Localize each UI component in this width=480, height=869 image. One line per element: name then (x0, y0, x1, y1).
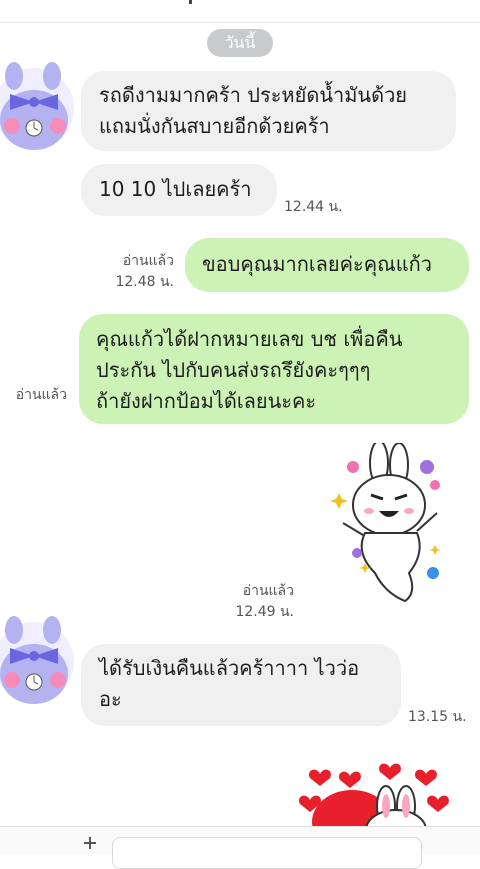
read-receipt: อ่านแล้ว (15, 387, 67, 403)
message-time: 12.44 น. (284, 199, 343, 215)
read-receipt: อ่านแล้ว (242, 583, 294, 599)
chat-header (0, 0, 480, 23)
message-composer (0, 826, 480, 869)
message-input[interactable] (112, 837, 422, 869)
contact-avatar[interactable] (0, 612, 74, 704)
bunny-hearts-sticker[interactable] (290, 760, 450, 826)
plus-icon-image (84, 837, 96, 849)
header-title-fragment (183, 0, 201, 4)
incoming-message[interactable]: รถดีงามมากคร้า ประหยัดน้ำมันด้วย แถมนั่ง… (81, 71, 456, 151)
incoming-message[interactable]: ได้รับเงินคืนแล้วคร้าาาา ไวว่อ อะ (81, 644, 401, 726)
purple-bunny-avatar-icon (0, 616, 74, 704)
bunny-hearts-sticker-image (299, 763, 449, 826)
header-glyph-fragment (189, 0, 192, 4)
bunny-cheer-sticker-image (330, 440, 441, 603)
date-divider: วันนี้ (207, 29, 273, 57)
purple-bunny-avatar-icon (0, 62, 74, 150)
message-time: 12.49 น. (235, 604, 294, 620)
incoming-message[interactable]: 10 10 ไปเลยคร้า (81, 164, 277, 216)
message-time: 13.15 น. (408, 709, 467, 725)
outgoing-message[interactable]: คุณแก้วได้ฝากหมายเลข บช เพื่อคืน ประกัน … (79, 314, 469, 424)
message-time: 12.48 น. (115, 274, 174, 290)
read-receipt: อ่านแล้ว (122, 253, 174, 269)
contact-avatar[interactable] (0, 58, 74, 150)
outgoing-message[interactable]: ขอบคุณมากเลยค่ะคุณแก้ว (185, 238, 469, 292)
bunny-cheer-sticker[interactable] (325, 440, 453, 608)
plus-icon[interactable] (80, 833, 100, 853)
